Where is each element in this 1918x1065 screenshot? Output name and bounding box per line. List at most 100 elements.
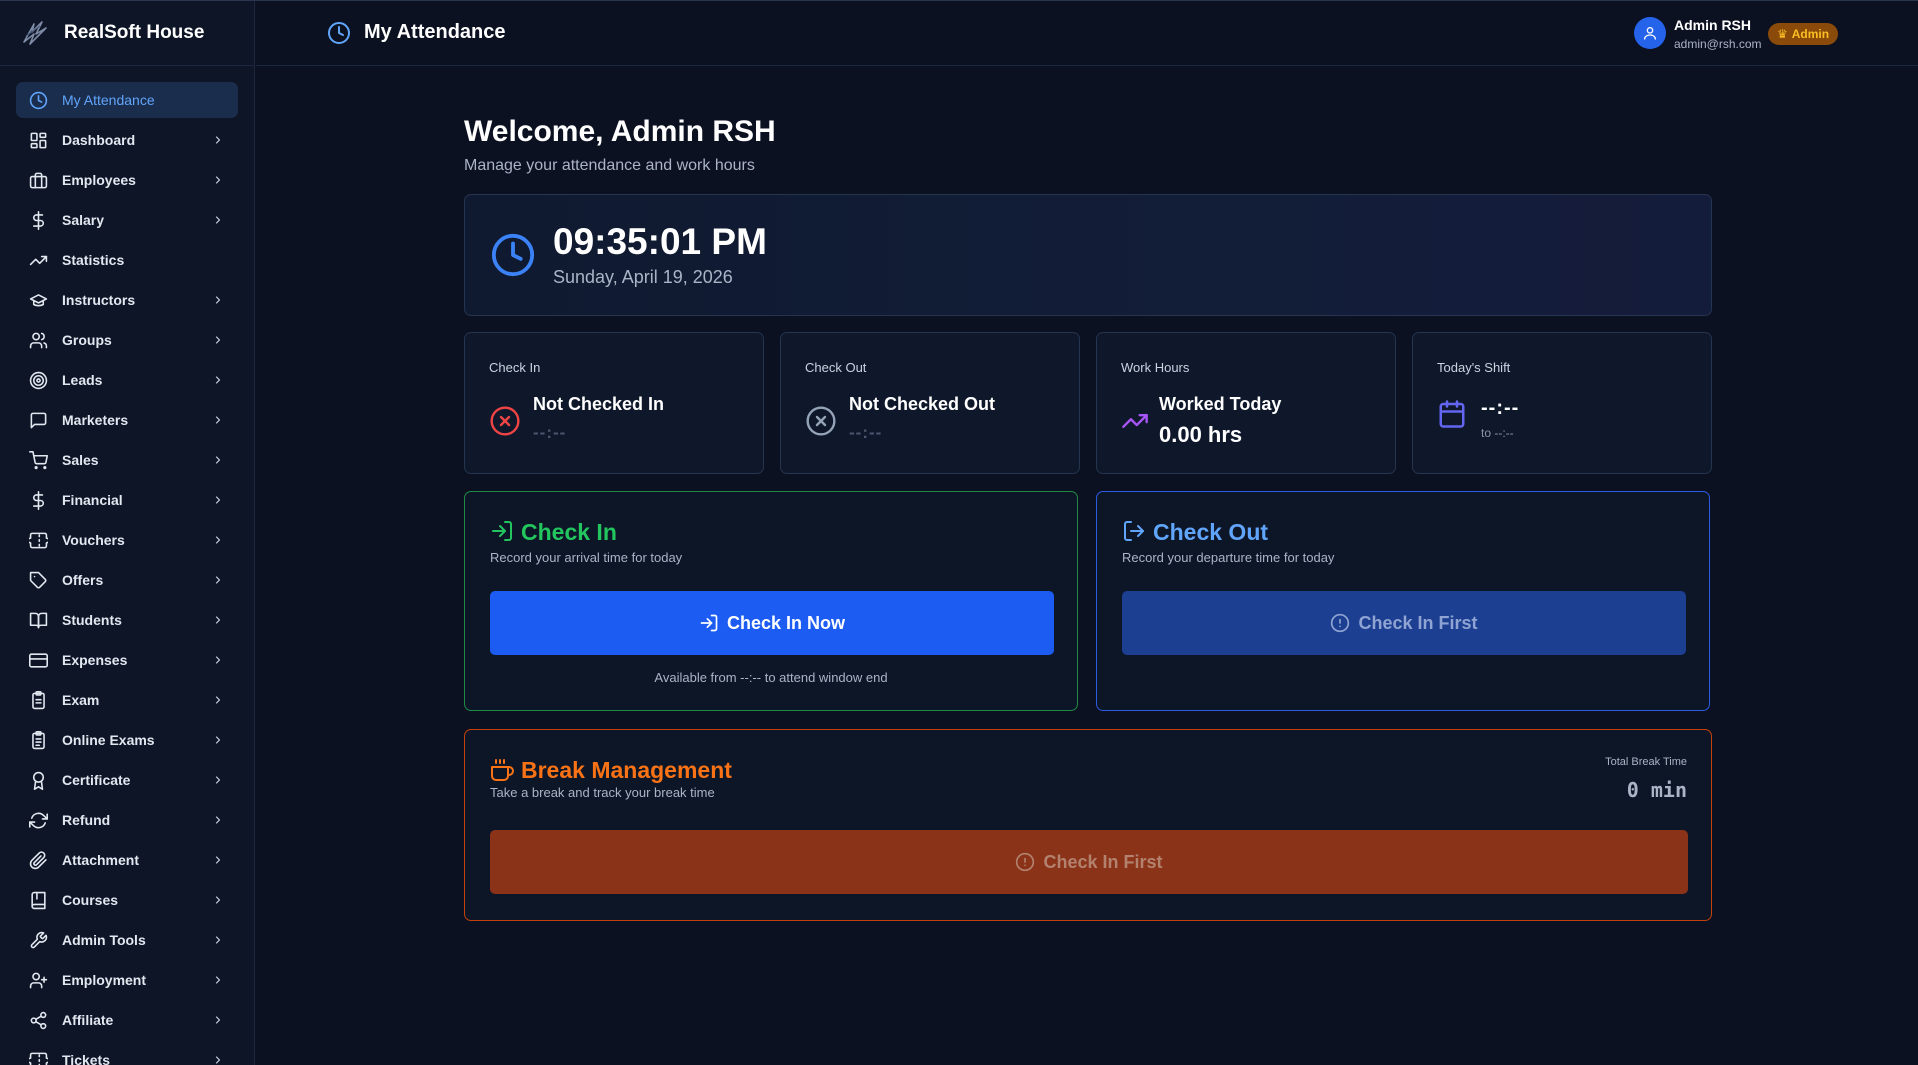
check-in-card: Check In Record your arrival time for to…: [464, 491, 1078, 711]
sidebar-item-certificate[interactable]: Certificate: [16, 762, 238, 798]
chevron-right-icon: [215, 856, 221, 864]
sidebar-item-label: Instructors: [62, 292, 136, 308]
avatar[interactable]: [1634, 17, 1666, 49]
sidebar-item-label: Admin Tools: [62, 932, 146, 948]
alert-circle-icon: [1016, 852, 1035, 872]
x-circle-icon: [806, 406, 836, 436]
sidebar-item-employment[interactable]: Employment: [16, 962, 238, 998]
sidebar-item-groups[interactable]: Groups: [16, 322, 238, 358]
logo-icon: [23, 21, 47, 45]
sidebar-item-label: Refund: [62, 812, 111, 828]
check-out-value: Not Checked Out: [849, 394, 996, 414]
award-icon: [28, 770, 48, 790]
sidebar-item-instructors[interactable]: Instructors: [16, 282, 238, 318]
sidebar-item-employees[interactable]: Employees: [16, 162, 238, 198]
sidebar-item-marketers[interactable]: Marketers: [16, 402, 238, 438]
crown-icon: ♛: [1777, 27, 1788, 41]
sidebar-item-offers[interactable]: Offers: [16, 562, 238, 598]
page-title: My Attendance: [364, 21, 506, 43]
brand[interactable]: RealSoft House: [0, 1, 254, 66]
sidebar-item-label: Attachment: [62, 852, 140, 868]
sidebar-item-label: Salary: [62, 212, 105, 228]
sidebar-item-financial[interactable]: Financial: [16, 482, 238, 518]
sidebar-item-label: Sales: [62, 452, 99, 468]
chevron-right-icon: [215, 1016, 221, 1024]
user-icon: [1644, 27, 1656, 40]
welcome-title: Welcome, Admin RSH: [464, 115, 776, 148]
trending-up-icon: [1122, 414, 1148, 428]
sidebar-item-label: Leads: [62, 372, 103, 388]
chevron-right-icon: [215, 416, 221, 424]
work-hours-label: Work Hours: [1121, 360, 1190, 375]
sidebar-item-expenses[interactable]: Expenses: [16, 642, 238, 678]
target-icon: [28, 370, 48, 390]
welcome-subtitle: Manage your attendance and work hours: [464, 157, 755, 174]
sidebar-item-admin-tools[interactable]: Admin Tools: [16, 922, 238, 958]
sidebar-item-affiliate[interactable]: Affiliate: [16, 1002, 238, 1038]
check-in-subtitle: Record your arrival time for today: [490, 550, 683, 565]
sidebar-item-online-exams[interactable]: Online Exams: [16, 722, 238, 758]
log-in-icon: [700, 614, 718, 632]
break-subtitle: Take a break and track your break time: [490, 785, 715, 800]
shift-card: Today's Shift --:-- to --:--: [1412, 332, 1712, 474]
tag-icon: [28, 570, 48, 590]
chevron-right-icon: [215, 536, 221, 544]
sidebar-item-tickets[interactable]: Tickets: [16, 1042, 238, 1065]
calendar-icon: [1439, 400, 1465, 428]
sidebar-item-label: Certificate: [62, 772, 131, 788]
chevron-right-icon: [215, 376, 221, 384]
sidebar-item-label: Marketers: [62, 412, 129, 428]
chevron-right-icon: [215, 176, 221, 184]
cart-icon: [28, 450, 48, 470]
sidebar-item-label: Vouchers: [62, 532, 125, 548]
sidebar-item-statistics[interactable]: Statistics: [16, 242, 238, 278]
log-out-icon: [1124, 521, 1144, 541]
check-out-button[interactable]: Check In First: [1122, 591, 1686, 655]
clock-icon: [28, 90, 48, 110]
ticket-icon: [28, 1050, 48, 1065]
chevron-right-icon: [215, 216, 221, 224]
sidebar-item-my-attendance[interactable]: My Attendance: [16, 82, 238, 118]
sidebar-item-leads[interactable]: Leads: [16, 362, 238, 398]
clipboard-icon: [28, 690, 48, 710]
paperclip-icon: [28, 850, 48, 870]
sidebar-item-courses[interactable]: Courses: [16, 882, 238, 918]
work-hours-value: Worked Today: [1159, 394, 1282, 414]
break-button[interactable]: Check In First: [490, 830, 1688, 894]
sidebar-item-vouchers[interactable]: Vouchers: [16, 522, 238, 558]
check-in-now-button[interactable]: Check In Now: [490, 591, 1054, 655]
message-square-icon: [28, 410, 48, 430]
sidebar-item-salary[interactable]: Salary: [16, 202, 238, 238]
chevron-right-icon: [215, 136, 221, 144]
user-email: admin@rsh.com: [1674, 37, 1762, 51]
sidebar-item-label: Tickets: [62, 1052, 110, 1065]
user-name[interactable]: Admin RSH: [1674, 17, 1751, 33]
sidebar-item-label: Employment: [62, 972, 147, 988]
sidebar-item-label: My Attendance: [62, 92, 155, 108]
clock-date: Sunday, April 19, 2026: [553, 267, 733, 287]
sidebar-item-attachment[interactable]: Attachment: [16, 842, 238, 878]
sidebar-item-exam[interactable]: Exam: [16, 682, 238, 718]
shift-start: --:--: [1481, 397, 1520, 419]
check-in-now-label: Check In Now: [726, 612, 846, 633]
sidebar-item-refund[interactable]: Refund: [16, 802, 238, 838]
coffee-icon: [491, 759, 514, 781]
sidebar-item-label: Students: [62, 612, 122, 628]
sidebar-item-sales[interactable]: Sales: [16, 442, 238, 478]
user-plus-icon: [28, 970, 48, 990]
chevron-right-icon: [215, 496, 221, 504]
chevron-right-icon: [215, 896, 221, 904]
break-title: Break Management: [521, 757, 732, 783]
clipboard-list-icon: [28, 730, 48, 750]
chevron-right-icon: [215, 976, 221, 984]
sidebar-item-students[interactable]: Students: [16, 602, 238, 638]
total-break-label: Total Break Time: [1605, 756, 1687, 768]
check-in-title: Check In: [521, 519, 617, 545]
chevron-right-icon: [215, 616, 221, 624]
share-icon: [28, 1010, 48, 1030]
sidebar-nav: My Attendance Dashboard Employees Salary Sta…: [0, 66, 254, 1065]
users-icon: [28, 330, 48, 350]
header: My Attendance Admin RSH admin@rsh.com ♛ …: [256, 1, 1918, 66]
sidebar-item-dashboard[interactable]: Dashboard: [16, 122, 238, 158]
shift-label: Today's Shift: [1437, 360, 1511, 375]
